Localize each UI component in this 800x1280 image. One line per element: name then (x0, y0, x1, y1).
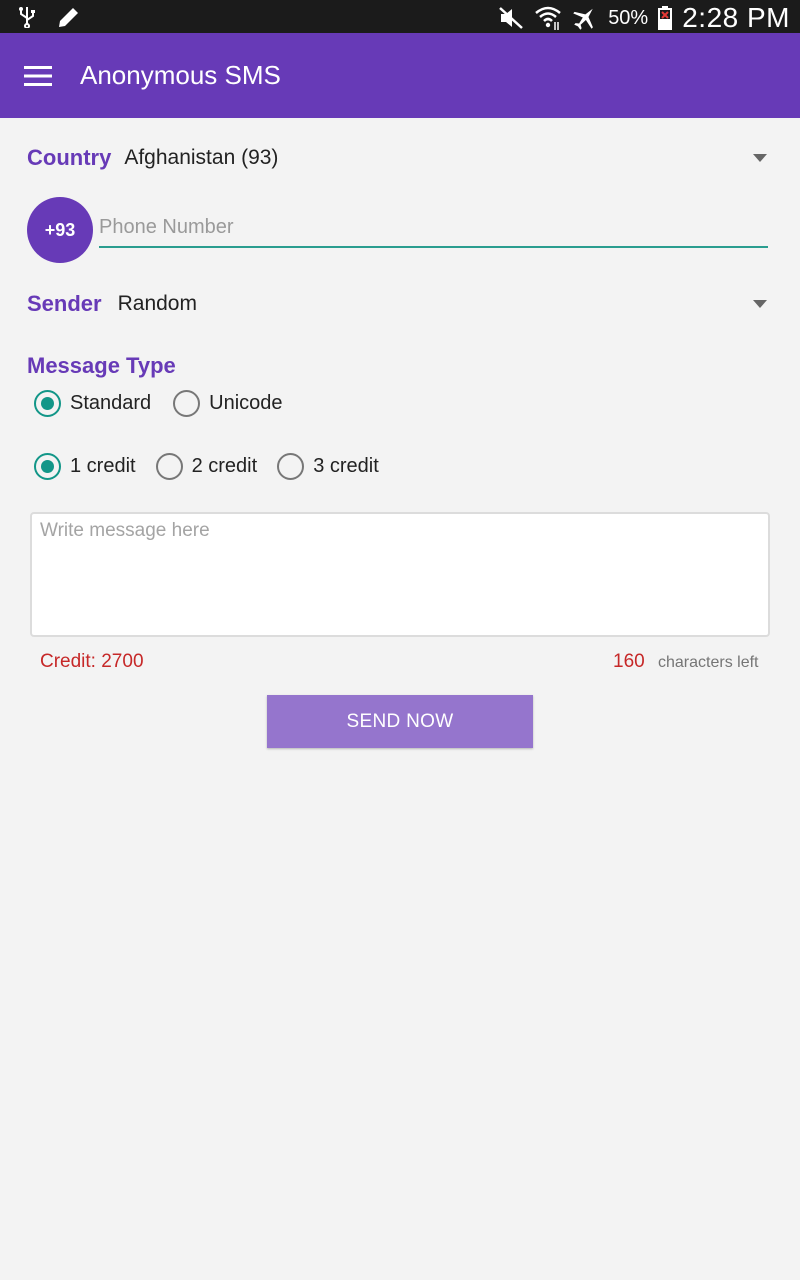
sender-spinner[interactable]: Sender Random (27, 283, 773, 325)
radio-label: Standard (70, 392, 152, 414)
status-bar: 50% 2:28 PM (0, 0, 800, 33)
sender-value: Random (117, 292, 197, 315)
battery-icon (658, 6, 673, 30)
message-type-label: Message Type (27, 353, 176, 378)
characters-left-label: characters left (658, 654, 759, 671)
send-now-button[interactable]: SEND NOW (267, 695, 533, 748)
credit-group: 1 credit 2 credit 3 credit (34, 453, 399, 480)
radio-1-credit[interactable]: 1 credit (34, 453, 136, 480)
radio-2-credit[interactable]: 2 credit (155, 453, 258, 480)
wifi-icon (534, 5, 562, 31)
hamburger-menu-icon[interactable] (0, 33, 75, 118)
radio-label: 3 credit (313, 455, 379, 477)
dropdown-arrow-icon (753, 300, 767, 308)
radio-unchecked-icon (155, 453, 183, 480)
characters-left-count: 160 (613, 651, 645, 672)
phone-number-input[interactable] (99, 208, 768, 248)
app-title: Anonymous SMS (80, 60, 281, 90)
message-input[interactable] (30, 512, 770, 637)
mute-icon (498, 6, 524, 30)
country-label: Country (27, 145, 112, 170)
radio-standard[interactable]: Standard (34, 390, 151, 417)
radio-label: Unicode (209, 392, 283, 414)
radio-checked-icon (34, 390, 61, 417)
battery-percent: 50% (608, 6, 649, 29)
airplane-icon (572, 5, 598, 31)
radio-checked-icon (34, 453, 61, 480)
radio-unicode[interactable]: Unicode (173, 390, 283, 417)
usb-icon (18, 6, 36, 28)
radio-3-credit[interactable]: 3 credit (277, 453, 379, 480)
country-code-badge: +93 (27, 197, 93, 263)
country-value: Afghanistan (93) (124, 146, 279, 169)
app-toolbar: Anonymous SMS (0, 33, 800, 118)
message-type-group: Standard Unicode (34, 390, 303, 417)
radio-unchecked-icon (173, 390, 201, 417)
radio-unchecked-icon (277, 453, 305, 480)
sender-label: Sender (27, 291, 102, 316)
country-spinner[interactable]: Country Afghanistan (93) (27, 137, 773, 179)
radio-label: 1 credit (70, 455, 136, 477)
radio-label: 2 credit (191, 455, 258, 477)
edit-icon (56, 4, 82, 30)
dropdown-arrow-icon (753, 154, 767, 162)
clock: 2:28 PM (682, 2, 790, 33)
credit-balance: Credit: 2700 (40, 651, 144, 672)
